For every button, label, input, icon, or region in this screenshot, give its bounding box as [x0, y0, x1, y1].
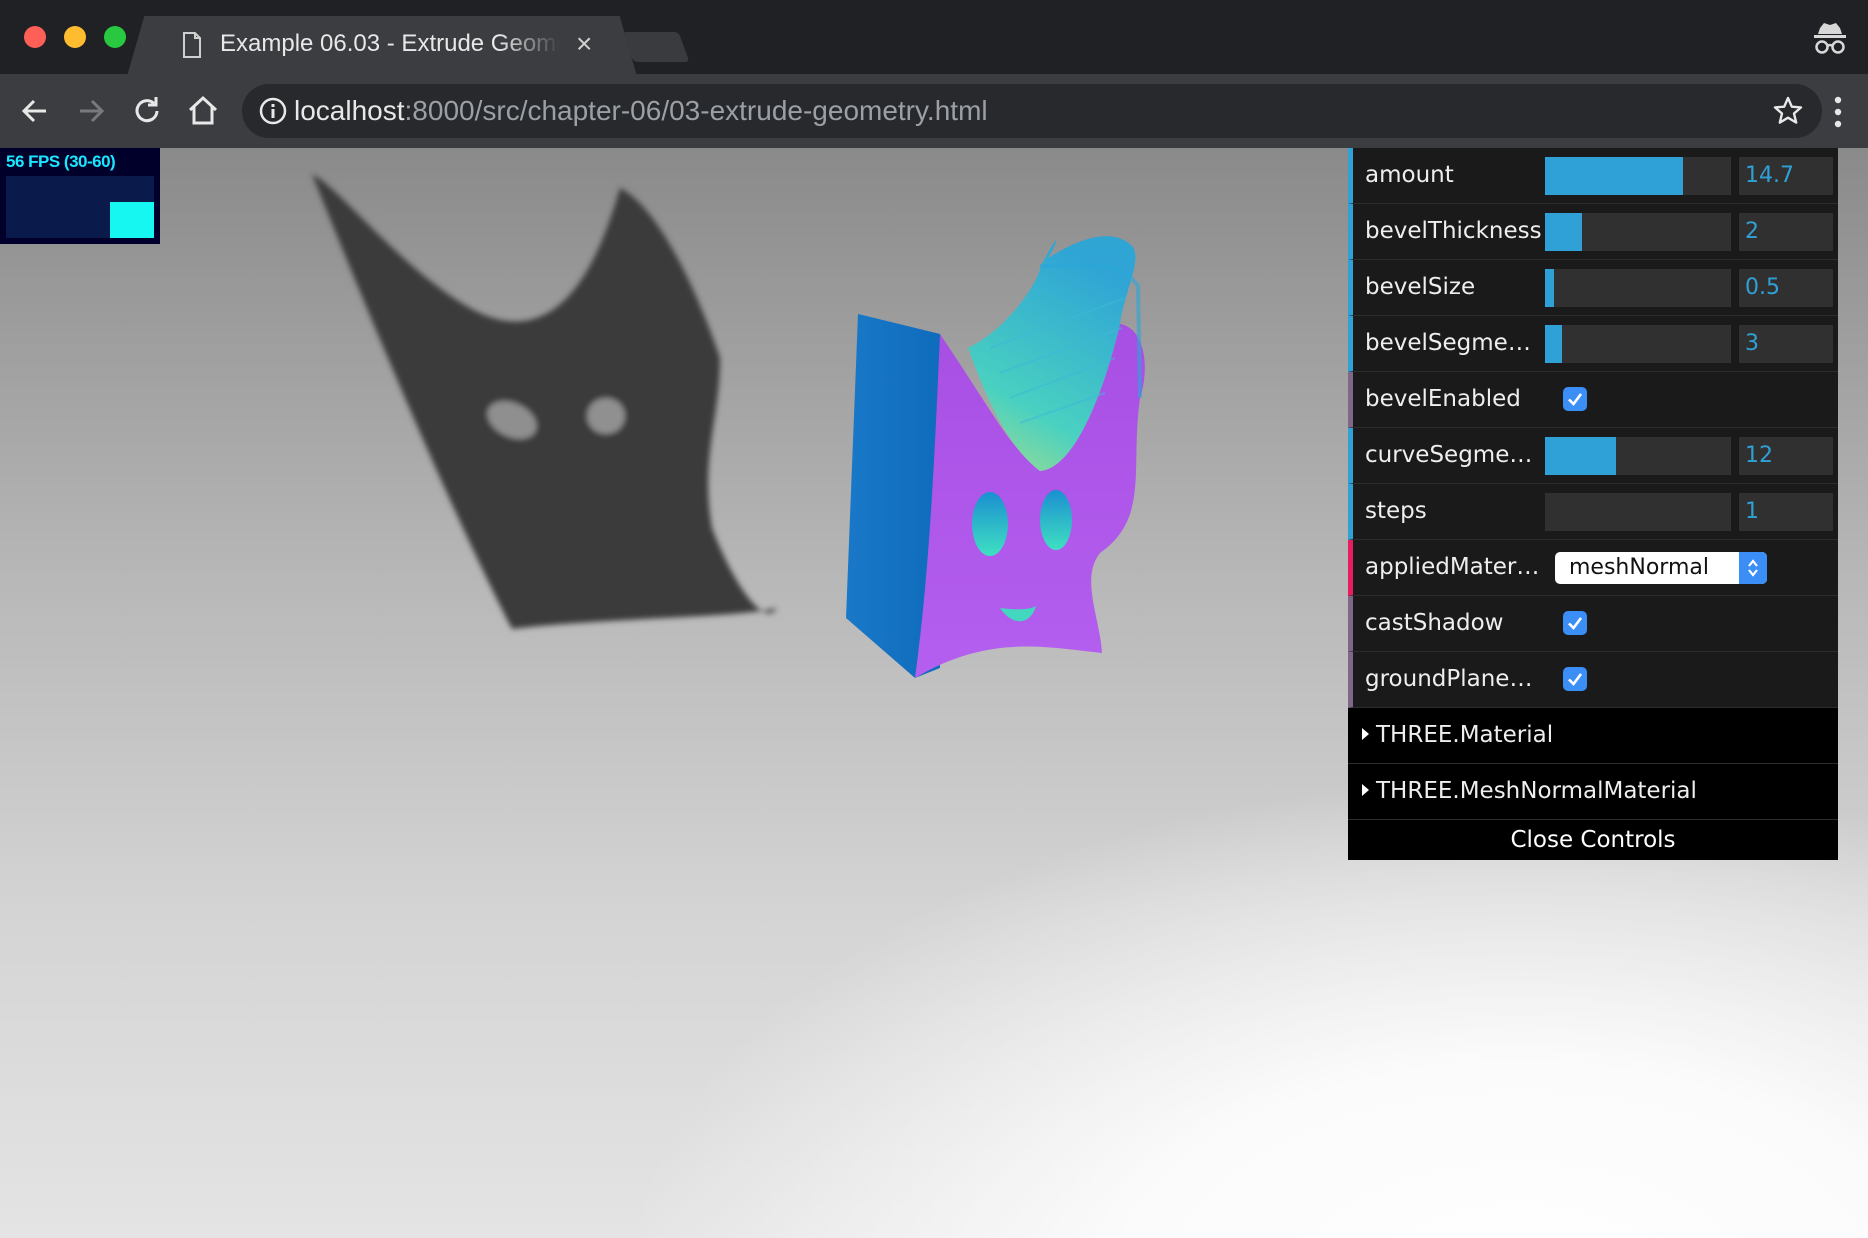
control-label: steps: [1365, 498, 1427, 524]
fps-graph: [6, 176, 154, 238]
back-arrow-icon[interactable]: [16, 92, 54, 130]
control-label: groundPlaneVi…: [1365, 666, 1543, 692]
control-ground-plane-visible: groundPlaneVi…: [1348, 652, 1838, 708]
close-controls-button[interactable]: Close Controls: [1348, 820, 1838, 860]
steps-slider[interactable]: [1545, 493, 1731, 531]
forward-arrow-icon[interactable]: [72, 92, 110, 130]
control-bevel-size: bevelSize 0.5: [1348, 260, 1838, 316]
bevel-segments-input[interactable]: 3: [1739, 325, 1833, 363]
amount-slider[interactable]: [1545, 157, 1731, 195]
info-icon[interactable]: [258, 96, 288, 126]
folder-label: THREE.MeshNormalMaterial: [1376, 778, 1697, 804]
controls-panel: amount 14.7 bevelThickness 2 bevelSize 0…: [1348, 148, 1838, 860]
applied-material-select[interactable]: meshNormal: [1555, 552, 1767, 584]
disclosure-triangle-icon: [1362, 728, 1369, 740]
control-cast-shadow: castShadow: [1348, 596, 1838, 652]
bevel-thickness-slider[interactable]: [1545, 213, 1731, 251]
bevel-enabled-checkbox[interactable]: [1563, 387, 1587, 411]
browser-toolbar: localhost:8000/src/chapter-06/03-extrude…: [0, 74, 1868, 148]
folder-label: THREE.Material: [1376, 722, 1554, 748]
fps-label: 56 FPS (30-60): [6, 152, 116, 171]
control-bevel-segments: bevelSegments 3: [1348, 316, 1838, 372]
bevel-size-slider[interactable]: [1545, 269, 1731, 307]
bevel-thickness-input[interactable]: 2: [1739, 213, 1833, 251]
browser-menu-icon[interactable]: [1820, 92, 1856, 132]
bookmark-star-icon[interactable]: [1772, 95, 1804, 127]
control-label: appliedMaterial: [1365, 554, 1543, 580]
control-amount: amount 14.7: [1348, 148, 1838, 204]
control-label: bevelThickness: [1365, 218, 1542, 244]
fps-stats-panel[interactable]: 56 FPS (30-60): [0, 148, 160, 244]
home-icon[interactable]: [184, 92, 222, 130]
curve-segments-input[interactable]: 12: [1739, 437, 1833, 475]
minimize-window-button[interactable]: [64, 26, 86, 48]
disclosure-triangle-icon: [1362, 784, 1369, 796]
maximize-window-button[interactable]: [104, 26, 126, 48]
mesh-shadow: [312, 174, 777, 629]
control-label: bevelEnabled: [1365, 386, 1521, 412]
control-label: bevelSegments: [1365, 330, 1543, 356]
url-text[interactable]: localhost:8000/src/chapter-06/03-extrude…: [294, 95, 988, 127]
incognito-icon: [1814, 23, 1846, 54]
close-tab-icon[interactable]: ×: [576, 28, 592, 60]
control-steps: steps 1: [1348, 484, 1838, 540]
bevel-segments-slider[interactable]: [1545, 325, 1731, 363]
steps-input[interactable]: 1: [1739, 493, 1833, 531]
checkmark-icon: [1568, 393, 1583, 406]
checkmark-icon: [1568, 617, 1583, 630]
control-applied-material: appliedMaterial meshNormal: [1348, 540, 1838, 596]
bevel-size-input[interactable]: 0.5: [1739, 269, 1833, 307]
extruded-mesh: [846, 236, 1145, 678]
control-label: amount: [1365, 162, 1454, 188]
select-arrows-icon: [1739, 552, 1767, 584]
amount-input[interactable]: 14.7: [1739, 157, 1833, 195]
browser-tab-active[interactable]: Example 06.03 - Extrude Geometry ×: [148, 16, 616, 74]
curve-segments-slider[interactable]: [1545, 437, 1731, 475]
close-window-button[interactable]: [24, 26, 46, 48]
address-bar[interactable]: localhost:8000/src/chapter-06/03-extrude…: [242, 84, 1822, 138]
ground-plane-visible-checkbox[interactable]: [1563, 667, 1587, 691]
page-icon: [183, 32, 201, 58]
control-label: curveSegments: [1365, 442, 1543, 468]
browser-titlebar: Example 06.03 - Extrude Geometry ×: [0, 0, 1868, 74]
folder-three-mesh-normal-material[interactable]: THREE.MeshNormalMaterial: [1348, 764, 1838, 820]
new-tab-button[interactable]: [622, 32, 690, 62]
control-bevel-enabled: bevelEnabled: [1348, 372, 1838, 428]
control-bevel-thickness: bevelThickness 2: [1348, 204, 1838, 260]
select-value: meshNormal: [1569, 555, 1709, 580]
control-curve-segments: curveSegments 12: [1348, 428, 1838, 484]
control-label: bevelSize: [1365, 274, 1476, 300]
checkmark-icon: [1568, 673, 1583, 686]
reload-icon[interactable]: [128, 92, 166, 130]
cast-shadow-checkbox[interactable]: [1563, 611, 1587, 635]
tab-title: Example 06.03 - Extrude Geometry: [220, 30, 560, 57]
folder-three-material[interactable]: THREE.Material: [1348, 708, 1838, 764]
webgl-viewport[interactable]: 56 FPS (30-60) amount 14.7 bevelThicknes…: [0, 148, 1868, 1238]
control-label: castShadow: [1365, 610, 1504, 636]
